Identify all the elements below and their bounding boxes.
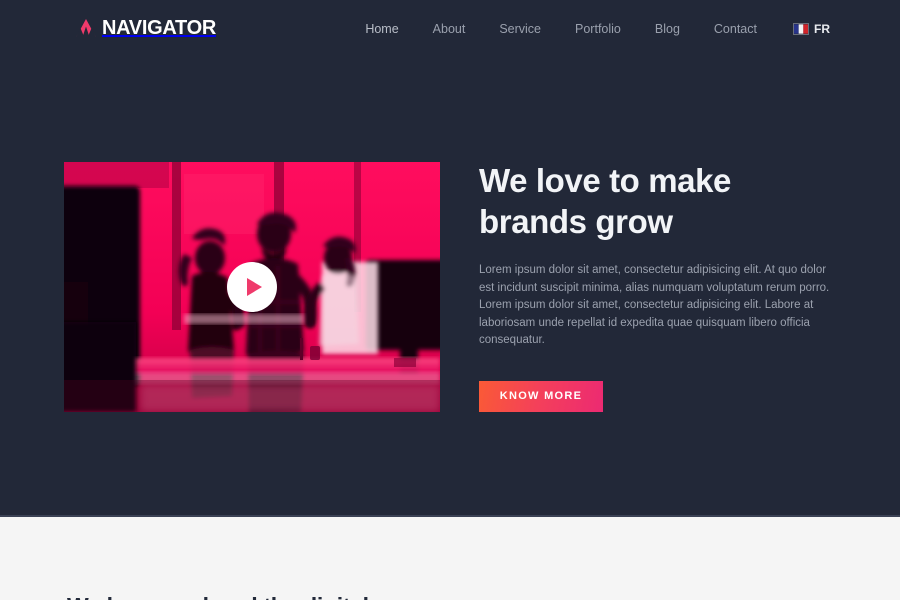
nav-item-service[interactable]: Service xyxy=(482,20,558,38)
language-switcher[interactable]: FR xyxy=(774,22,830,36)
page-root: NAVIGATOR Home About Service Portfolio B… xyxy=(0,0,900,600)
hero-paragraph: Lorem ipsum dolor sit amet, consectetur … xyxy=(479,264,830,346)
know-more-button[interactable]: KNOW MORE xyxy=(479,380,603,412)
brand-name: NAVIGATOR xyxy=(102,17,216,39)
about-section: We have explored the digital Lorem ipsum… xyxy=(0,519,900,600)
site-header: NAVIGATOR Home About Service Portfolio B… xyxy=(0,0,900,58)
hero-copy: We love to make brands grow Lorem ipsum … xyxy=(479,160,839,412)
nav-item-contact[interactable]: Contact xyxy=(697,20,774,38)
language-label: FR xyxy=(814,22,830,36)
about-title: We have explored the digital xyxy=(67,591,369,600)
nav-item-home[interactable]: Home xyxy=(348,20,415,38)
mountain-logo-icon xyxy=(76,19,96,37)
nav-item-blog[interactable]: Blog xyxy=(638,20,697,38)
nav-item-portfolio[interactable]: Portfolio xyxy=(558,20,638,38)
hero-video-thumbnail[interactable] xyxy=(64,162,440,412)
nav-item-about[interactable]: About xyxy=(416,20,483,38)
about-heading-group: We have explored the digital xyxy=(22,591,369,600)
hero-title: We love to make brands grow xyxy=(479,162,731,240)
play-button[interactable] xyxy=(227,262,277,312)
main-navigation: Home About Service Portfolio Blog Contac… xyxy=(348,20,830,38)
play-icon xyxy=(246,278,262,296)
french-flag-icon xyxy=(793,23,809,35)
hero-section: NAVIGATOR Home About Service Portfolio B… xyxy=(0,0,900,517)
brand-logo[interactable]: NAVIGATOR xyxy=(74,17,216,39)
